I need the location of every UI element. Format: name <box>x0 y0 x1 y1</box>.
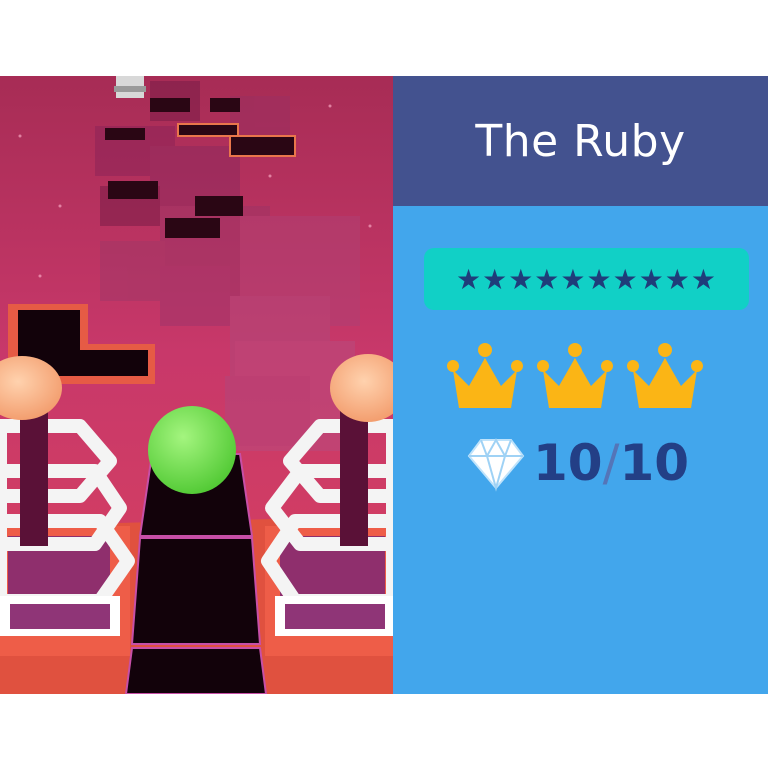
level-info-panel: The Ruby ★★★★★★★★★★ 10/10 <box>393 76 768 694</box>
gem-counter: 10/10 <box>467 428 689 498</box>
game-frame: The Ruby ★★★★★★★★★★ 10/10 <box>0 76 768 694</box>
crowns-row <box>447 340 707 418</box>
game-scene-graphics <box>0 76 393 694</box>
crown-icon <box>447 343 523 408</box>
player-ball <box>148 406 236 494</box>
stars-rating-bar: ★★★★★★★★★★ <box>424 248 749 310</box>
gem-separator: / <box>602 434 620 492</box>
distant-pillar <box>114 76 146 98</box>
stars-rating: ★★★★★★★★★★ <box>455 262 717 296</box>
gem-count: 10/10 <box>533 434 689 492</box>
diamond-icon <box>467 437 525 492</box>
crown-icon <box>537 343 613 408</box>
level-title: The Ruby <box>475 115 686 167</box>
game-scene[interactable] <box>0 76 393 694</box>
crown-icon <box>627 343 703 408</box>
level-header: The Ruby <box>393 76 768 206</box>
gem-total: 10 <box>619 434 690 492</box>
gem-collected: 10 <box>533 434 603 492</box>
